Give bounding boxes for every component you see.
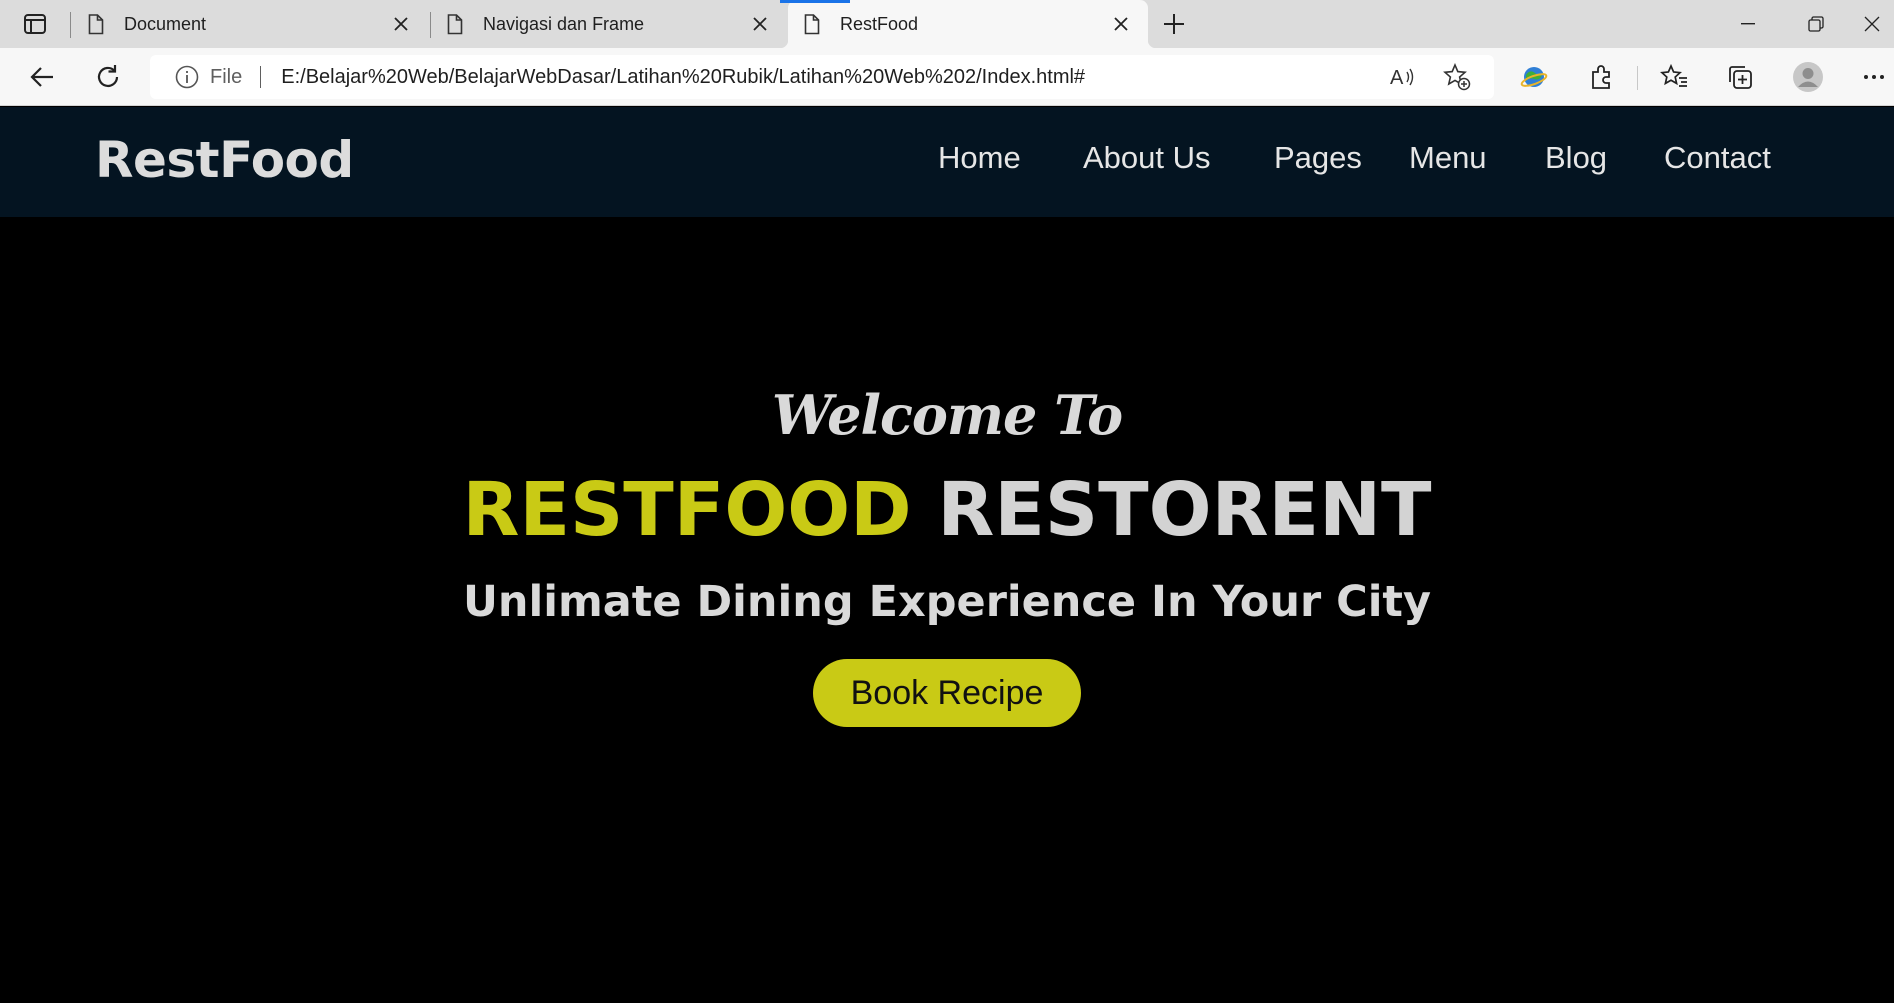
document-icon [804, 13, 820, 34]
tab-title: RestFood [840, 13, 919, 34]
hero-headline: RESTFOOD RESTORENT [0, 467, 1894, 553]
info-icon[interactable] [174, 64, 200, 90]
site-header: RestFood Home About Us Pages Menu Blog C… [0, 107, 1894, 217]
tab-title: Navigasi dan Frame [483, 13, 645, 34]
address-bar[interactable]: File E:/Belajar%20Web/BelajarWebDasar/La… [150, 55, 1494, 99]
nav-link-about-us[interactable]: About Us [1083, 140, 1211, 176]
browser-tab-bar: Document Navigasi dan Frame RestFood [0, 0, 1894, 48]
document-icon [447, 13, 463, 34]
tab-title: Document [124, 13, 207, 34]
book-recipe-button[interactable]: Book Recipe [813, 659, 1081, 727]
back-arrow-icon[interactable] [22, 58, 62, 96]
refresh-icon[interactable] [88, 58, 128, 96]
tab-loading-indicator [780, 0, 850, 3]
tab-document[interactable]: Document [72, 0, 428, 48]
read-aloud-icon[interactable]: A [1388, 62, 1418, 92]
add-favorite-icon[interactable] [1442, 62, 1472, 92]
nav-link-home[interactable]: Home [938, 140, 1021, 176]
extensions-puzzle-icon[interactable] [1582, 58, 1622, 96]
close-tab-icon[interactable] [1110, 13, 1132, 35]
url-divider [260, 66, 262, 88]
new-tab-icon[interactable] [1158, 10, 1190, 38]
tab-restfood[interactable]: RestFood [780, 0, 1156, 48]
minimize-icon[interactable] [1714, 0, 1782, 48]
restore-icon[interactable] [1782, 0, 1850, 48]
url-scheme-label: File [210, 65, 243, 88]
favorites-icon[interactable] [1654, 58, 1694, 96]
browser-toolbar: File E:/Belajar%20Web/BelajarWebDasar/La… [0, 48, 1894, 106]
nav-link-contact[interactable]: Contact [1664, 140, 1771, 176]
nav-link-pages[interactable]: Pages [1274, 140, 1362, 176]
hero-brand-text: RESTFOOD [462, 467, 912, 553]
hero-section: Welcome To RESTFOOD RESTORENT Unlimate D… [0, 217, 1894, 1003]
profile-avatar-icon[interactable] [1788, 58, 1828, 96]
close-tab-icon[interactable] [749, 13, 771, 35]
site-logo[interactable]: RestFood [95, 131, 354, 189]
nav-link-blog[interactable]: Blog [1545, 140, 1607, 176]
close-tab-icon[interactable] [390, 13, 412, 35]
tab-actions-icon[interactable] [18, 10, 52, 38]
url-text[interactable]: E:/Belajar%20Web/BelajarWebDasar/Latihan… [281, 66, 1085, 89]
collections-icon[interactable] [1720, 58, 1760, 96]
extension-globe-icon[interactable] [1514, 58, 1554, 96]
tab-navigasi-dan-frame[interactable]: Navigasi dan Frame [431, 0, 787, 48]
nav-link-menu[interactable]: Menu [1409, 140, 1487, 176]
svg-text:A: A [1390, 67, 1404, 88]
toolbar-separator [1637, 66, 1638, 90]
more-options-icon[interactable] [1856, 58, 1892, 96]
close-window-icon[interactable] [1850, 0, 1894, 48]
hero-welcome-text: Welcome To [771, 383, 1123, 447]
hero-tagline: Unlimate Dining Experience In Your City [462, 577, 1432, 627]
document-icon [88, 13, 104, 34]
tab-separator [70, 12, 71, 38]
hero-restaurant-text: RESTORENT [937, 467, 1432, 553]
